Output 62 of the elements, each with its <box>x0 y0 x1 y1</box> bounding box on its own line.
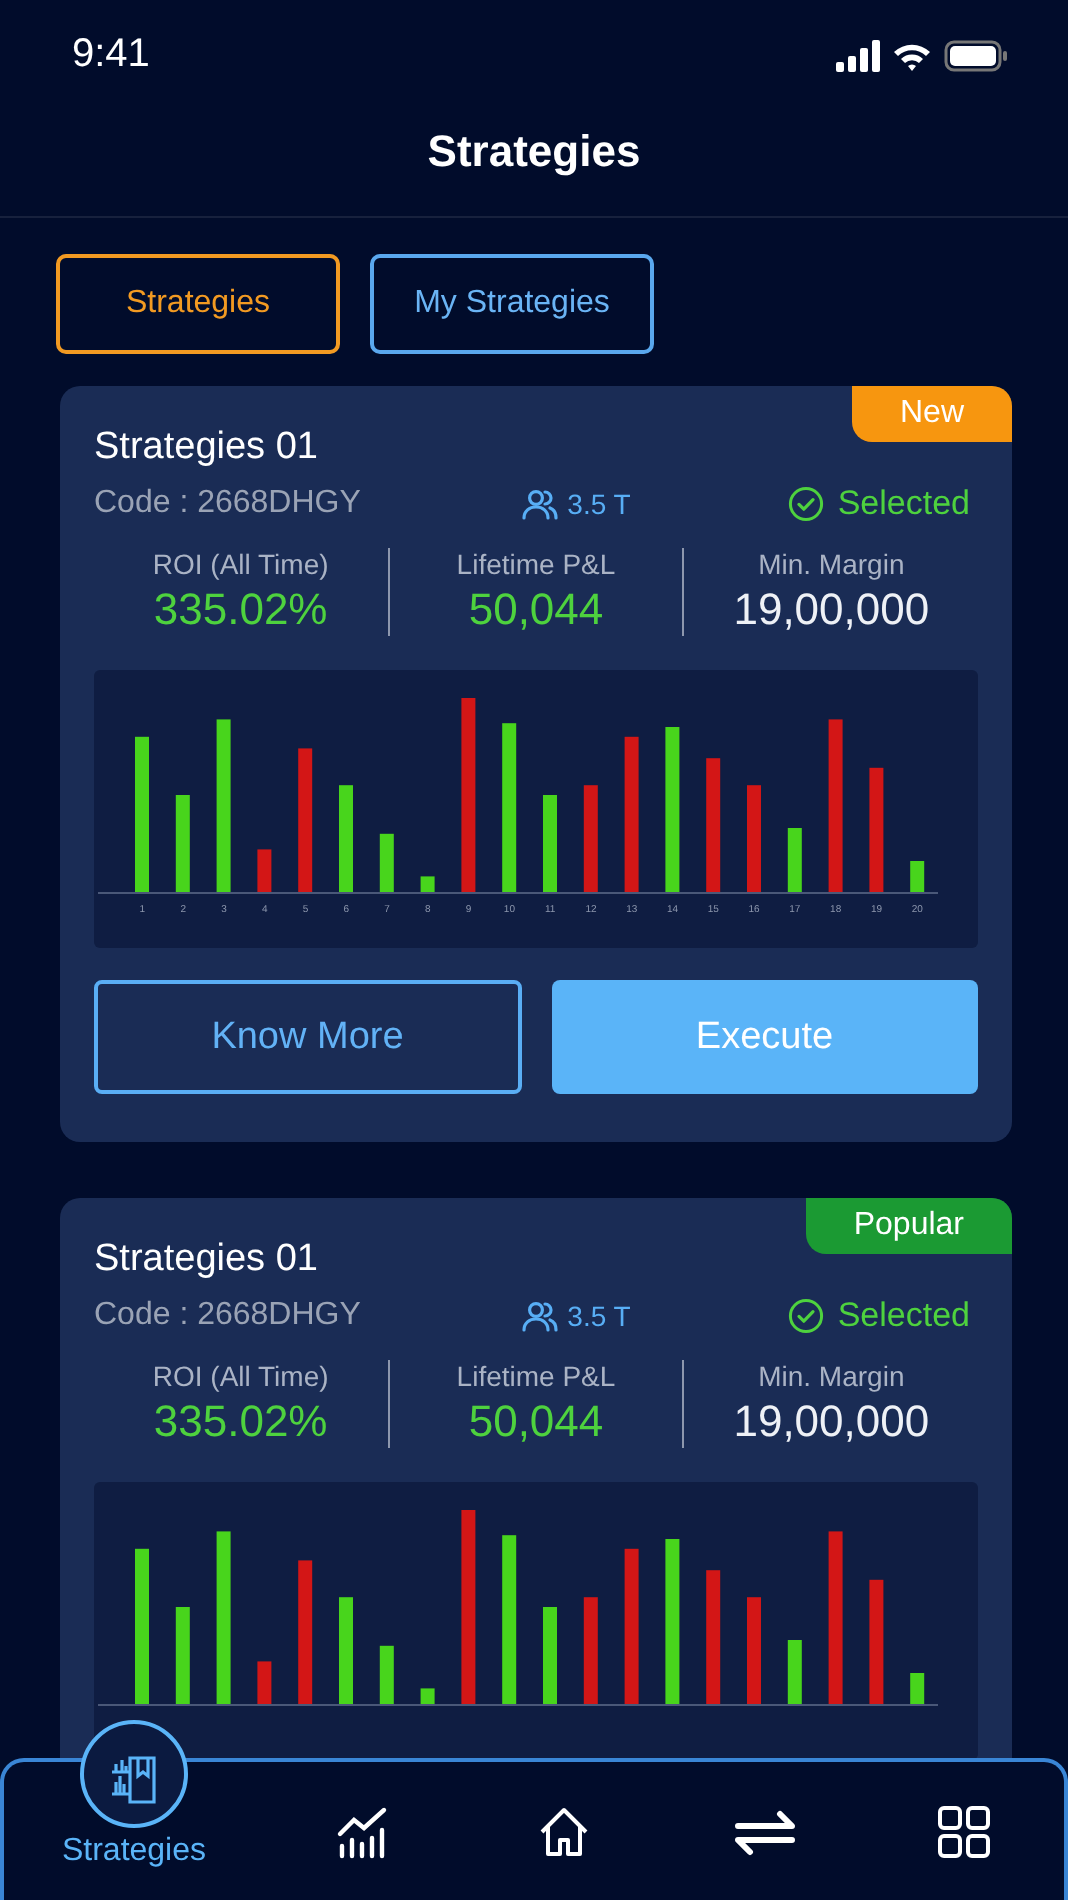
chart-bar <box>339 785 353 892</box>
chart-bar <box>747 785 761 892</box>
chart-bar <box>543 795 557 892</box>
users-icon <box>521 1299 558 1333</box>
users-icon <box>521 487 558 521</box>
signal-icon <box>836 39 880 71</box>
stat-value: 19,00,000 <box>733 582 930 638</box>
chart-bar <box>420 1688 435 1704</box>
stat-value: 335.02% <box>153 582 328 638</box>
grid-icon <box>934 1801 994 1861</box>
page-title: Strategies <box>427 125 641 180</box>
stat-value: 50,044 <box>468 582 604 638</box>
chart-bar <box>747 1597 761 1704</box>
stat-value: 19,00,000 <box>733 1394 930 1450</box>
chart-bar <box>257 1661 272 1704</box>
stat-value: 335.02% <box>153 1394 328 1450</box>
status-time: 9:41 <box>72 32 150 78</box>
strategy-code: Code : 2668DHGY <box>94 1298 361 1334</box>
stat-label: ROI (All Time) <box>152 1358 329 1394</box>
chart-bar <box>257 849 272 892</box>
check-circle-icon <box>787 486 824 522</box>
follower-count: 3.5 T <box>567 488 631 520</box>
strategy-code: Code : 2668DHGY <box>94 486 361 522</box>
chart-bar <box>379 833 394 892</box>
nav-item[interactable]: Strategies <box>4 1720 264 1900</box>
tab[interactable]: Strategies <box>56 254 340 354</box>
selected-status: Selected <box>787 484 978 524</box>
chart-bar <box>910 1673 925 1704</box>
stat-label: Lifetime P&L <box>456 1358 616 1394</box>
stat-value: 50,044 <box>468 1394 604 1450</box>
check-circle-icon <box>787 1298 824 1334</box>
chart-bar <box>869 1579 884 1704</box>
chart-bar <box>706 1570 721 1704</box>
know-more-button[interactable]: Know More <box>94 980 521 1094</box>
chart-bar <box>298 748 313 892</box>
chart-bar <box>787 1640 802 1704</box>
follower-count: 3.5 T <box>567 1300 631 1332</box>
strategy-name: Strategies 01 <box>94 424 320 472</box>
chart-bar <box>175 795 190 892</box>
stat-label: Min. Margin <box>758 1358 905 1394</box>
tab[interactable]: My Strategies <box>370 254 654 354</box>
wifi-icon <box>892 39 932 71</box>
card-badge: Popular <box>805 1198 1012 1254</box>
chart-bar <box>175 1607 190 1704</box>
card-badge: New <box>851 386 1012 442</box>
strategy-name: Strategies 01 <box>94 1236 320 1284</box>
battery-icon <box>944 39 1008 71</box>
chart-bar <box>706 758 721 892</box>
chart-bar <box>298 1560 313 1704</box>
chart-bar <box>379 1645 394 1704</box>
stat-label: Min. Margin <box>758 546 905 582</box>
chart-bar <box>869 767 884 892</box>
chart-bar <box>420 876 435 892</box>
chart-bar <box>339 1597 353 1704</box>
chart-bar <box>543 1607 557 1704</box>
chart-bar <box>910 861 925 892</box>
selected-status: Selected <box>787 1296 978 1336</box>
chart-bar <box>583 1597 598 1704</box>
stat-label: Lifetime P&L <box>456 546 616 582</box>
chart-bar <box>787 828 802 892</box>
chart-bar <box>583 785 598 892</box>
stat-label: ROI (All Time) <box>152 546 329 582</box>
